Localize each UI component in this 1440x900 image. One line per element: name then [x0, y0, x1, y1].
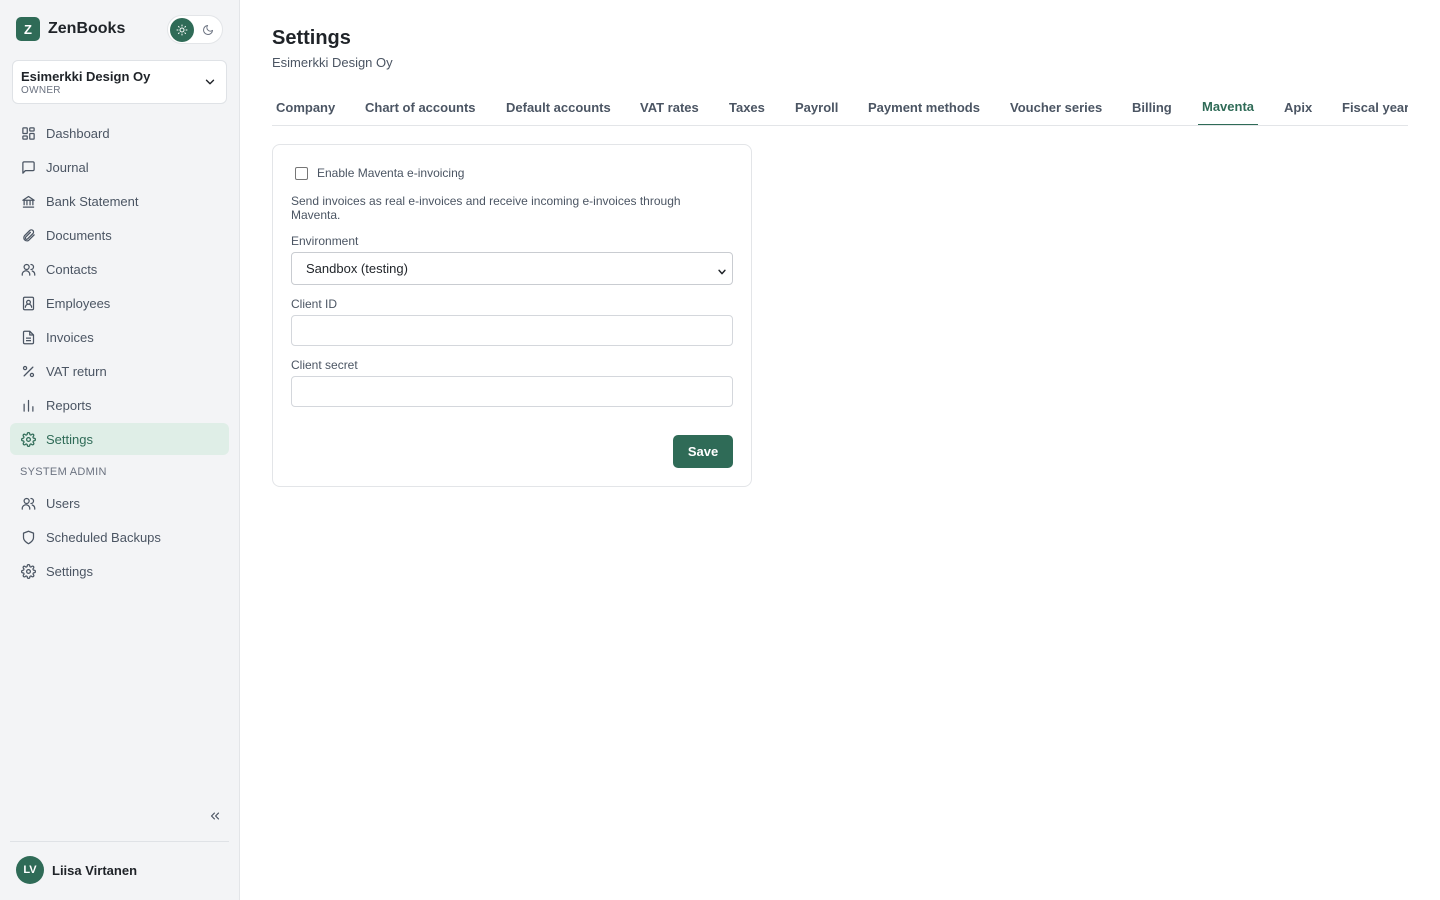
- sidebar-item-documents[interactable]: Documents: [10, 219, 229, 251]
- sidebar-item-reports[interactable]: Reports: [10, 389, 229, 421]
- dashboard-icon: [20, 125, 36, 141]
- sidebar-item-invoices[interactable]: Invoices: [10, 321, 229, 353]
- sidebar-divider: [10, 841, 229, 842]
- client-id-input[interactable]: [291, 315, 733, 346]
- sidebar-item-journal[interactable]: Journal: [10, 151, 229, 183]
- save-button[interactable]: Save: [673, 435, 733, 468]
- tab-default-accounts[interactable]: Default accounts: [502, 89, 615, 125]
- sidebar-item-settings[interactable]: Settings: [10, 423, 229, 455]
- id-badge-icon: [20, 295, 36, 311]
- avatar: LV: [16, 856, 44, 884]
- sidebar-item-label: Employees: [46, 295, 111, 311]
- enable-maventa-checkbox[interactable]: [295, 166, 308, 180]
- tab-chart-of-accounts[interactable]: Chart of accounts: [361, 89, 480, 125]
- user-name: Liisa Virtanen: [52, 862, 138, 878]
- gear-icon: [20, 431, 36, 447]
- chevron-down-icon: [203, 75, 217, 94]
- sidebar-item-label: Dashboard: [46, 125, 110, 141]
- settings-tabs: Company Chart of accounts Default accoun…: [272, 89, 1408, 126]
- percent-icon: [20, 363, 36, 379]
- sidebar-item-label: Settings: [46, 431, 93, 447]
- client-secret-label: Client secret: [291, 358, 358, 372]
- theme-toggle[interactable]: [167, 15, 223, 44]
- sidebar: Z ZenBooks Esimerkki Design Oy OWNER Das…: [0, 0, 240, 900]
- chevron-down-icon: [717, 265, 727, 280]
- collapse-sidebar-icon[interactable]: [206, 807, 224, 825]
- app-name: ZenBooks: [48, 20, 126, 37]
- main-content: Settings Esimerkki Design Oy Company Cha…: [240, 0, 1440, 900]
- tab-apix[interactable]: Apix: [1280, 89, 1316, 125]
- company-switcher[interactable]: Esimerkki Design Oy OWNER: [12, 60, 227, 104]
- sidebar-item-users[interactable]: Users: [10, 487, 229, 519]
- page-title: Settings: [272, 27, 351, 49]
- client-secret-input[interactable]: [291, 376, 733, 407]
- sidebar-item-label: Documents: [46, 227, 112, 243]
- sidebar-nav: Dashboard Journal Bank Statement Documen…: [10, 117, 229, 589]
- users-icon: [20, 261, 36, 277]
- document-icon: [20, 329, 36, 345]
- sun-icon[interactable]: [170, 17, 194, 42]
- user-menu[interactable]: LV Liisa Virtanen: [16, 856, 137, 884]
- sidebar-item-label: VAT return: [46, 363, 107, 379]
- bar-chart-icon: [20, 397, 36, 413]
- company-name: Esimerkki Design Oy: [21, 69, 151, 84]
- company-role: OWNER: [21, 85, 61, 96]
- sidebar-item-scheduled-backups[interactable]: Scheduled Backups: [10, 521, 229, 553]
- sidebar-item-contacts[interactable]: Contacts: [10, 253, 229, 285]
- tab-payroll[interactable]: Payroll: [791, 89, 842, 125]
- users-icon: [20, 495, 36, 511]
- chat-icon: [20, 159, 36, 175]
- enable-maventa-label: Enable Maventa e-invoicing: [317, 166, 465, 180]
- brand-logo: Z: [16, 17, 40, 41]
- tab-voucher-series[interactable]: Voucher series: [1006, 89, 1106, 125]
- moon-icon[interactable]: [196, 18, 220, 42]
- tab-payment-methods[interactable]: Payment methods: [864, 89, 984, 125]
- bank-icon: [20, 193, 36, 209]
- sidebar-item-bank-statement[interactable]: Bank Statement: [10, 185, 229, 217]
- environment-label: Environment: [291, 234, 359, 248]
- sidebar-item-admin-settings[interactable]: Settings: [10, 555, 229, 587]
- sidebar-item-label: Journal: [46, 159, 89, 175]
- tab-company[interactable]: Company: [272, 89, 339, 125]
- sidebar-item-dashboard[interactable]: Dashboard: [10, 117, 229, 149]
- page-subtitle: Esimerkki Design Oy: [272, 55, 393, 70]
- sidebar-item-label: Scheduled Backups: [46, 529, 161, 545]
- sidebar-item-label: Users: [46, 495, 80, 511]
- tab-vat-rates[interactable]: VAT rates: [636, 89, 703, 125]
- tab-billing[interactable]: Billing: [1128, 89, 1176, 125]
- sidebar-item-label: Settings: [46, 563, 93, 579]
- tab-maventa[interactable]: Maventa: [1198, 89, 1259, 125]
- maventa-description: Send invoices as real e-invoices and rec…: [291, 194, 681, 222]
- sidebar-item-label: Reports: [46, 397, 92, 413]
- enable-maventa-row[interactable]: Enable Maventa e-invoicing: [295, 166, 464, 180]
- shield-icon: [20, 529, 36, 545]
- sidebar-item-label: Invoices: [46, 329, 94, 345]
- sidebar-item-employees[interactable]: Employees: [10, 287, 229, 319]
- gear-icon: [20, 563, 36, 579]
- tab-fiscal-year[interactable]: Fiscal year: [1338, 89, 1408, 125]
- maventa-settings-card: Enable Maventa e-invoicing Send invoices…: [272, 144, 752, 487]
- environment-selected-value: Sandbox (testing): [306, 261, 408, 276]
- brand[interactable]: Z ZenBooks: [16, 17, 125, 41]
- sidebar-item-label: Contacts: [46, 261, 98, 277]
- sidebar-item-label: Bank Statement: [46, 193, 139, 209]
- system-admin-heading: SYSTEM ADMIN: [20, 466, 107, 478]
- paperclip-icon: [20, 227, 36, 243]
- tab-taxes[interactable]: Taxes: [725, 89, 769, 125]
- sidebar-item-vat-return[interactable]: VAT return: [10, 355, 229, 387]
- environment-select[interactable]: Sandbox (testing): [291, 252, 733, 285]
- client-id-label: Client ID: [291, 297, 338, 311]
